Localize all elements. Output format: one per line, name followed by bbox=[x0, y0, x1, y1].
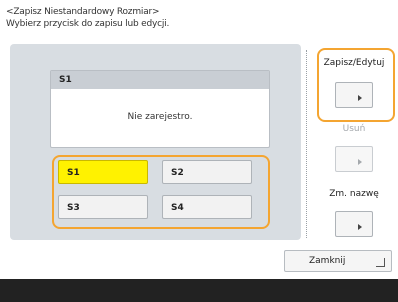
close-button[interactable]: Zamknij bbox=[284, 250, 392, 272]
instruction-header: <Zapisz Niestandardowy Rozmiar> Wybierz … bbox=[6, 6, 169, 30]
header-subtitle: Wybierz przycisk do zapisu lub edycji. bbox=[6, 19, 170, 29]
save-edit-button[interactable] bbox=[335, 82, 373, 108]
slot-button-s3[interactable]: S3 bbox=[58, 195, 148, 219]
corner-return-icon bbox=[376, 258, 385, 267]
slot-button-s4[interactable]: S4 bbox=[162, 195, 252, 219]
delete-label: Usuń bbox=[342, 124, 366, 134]
panel-divider bbox=[306, 50, 308, 238]
arrow-right-icon bbox=[358, 159, 362, 165]
slot-button-s2[interactable]: S2 bbox=[162, 160, 252, 184]
preview-title: S1 bbox=[51, 71, 269, 89]
slot-button-s1[interactable]: S1 bbox=[58, 160, 148, 184]
arrow-right-icon bbox=[358, 224, 362, 230]
rename-button[interactable] bbox=[335, 211, 373, 237]
rename-label: Zm. nazwę bbox=[329, 189, 379, 199]
delete-button[interactable] bbox=[335, 146, 373, 172]
preview-message: Nie zarejestro. bbox=[127, 112, 193, 122]
slot-preview: S1 Nie zarejestro. bbox=[50, 70, 270, 148]
save-edit-label: Zapisz/Edytuj bbox=[323, 58, 385, 68]
close-button-label: Zamknij bbox=[309, 256, 346, 266]
arrow-right-icon bbox=[358, 95, 362, 101]
footer-bar bbox=[0, 279, 398, 302]
header-title: <Zapisz Niestandardowy Rozmiar> bbox=[6, 7, 160, 17]
